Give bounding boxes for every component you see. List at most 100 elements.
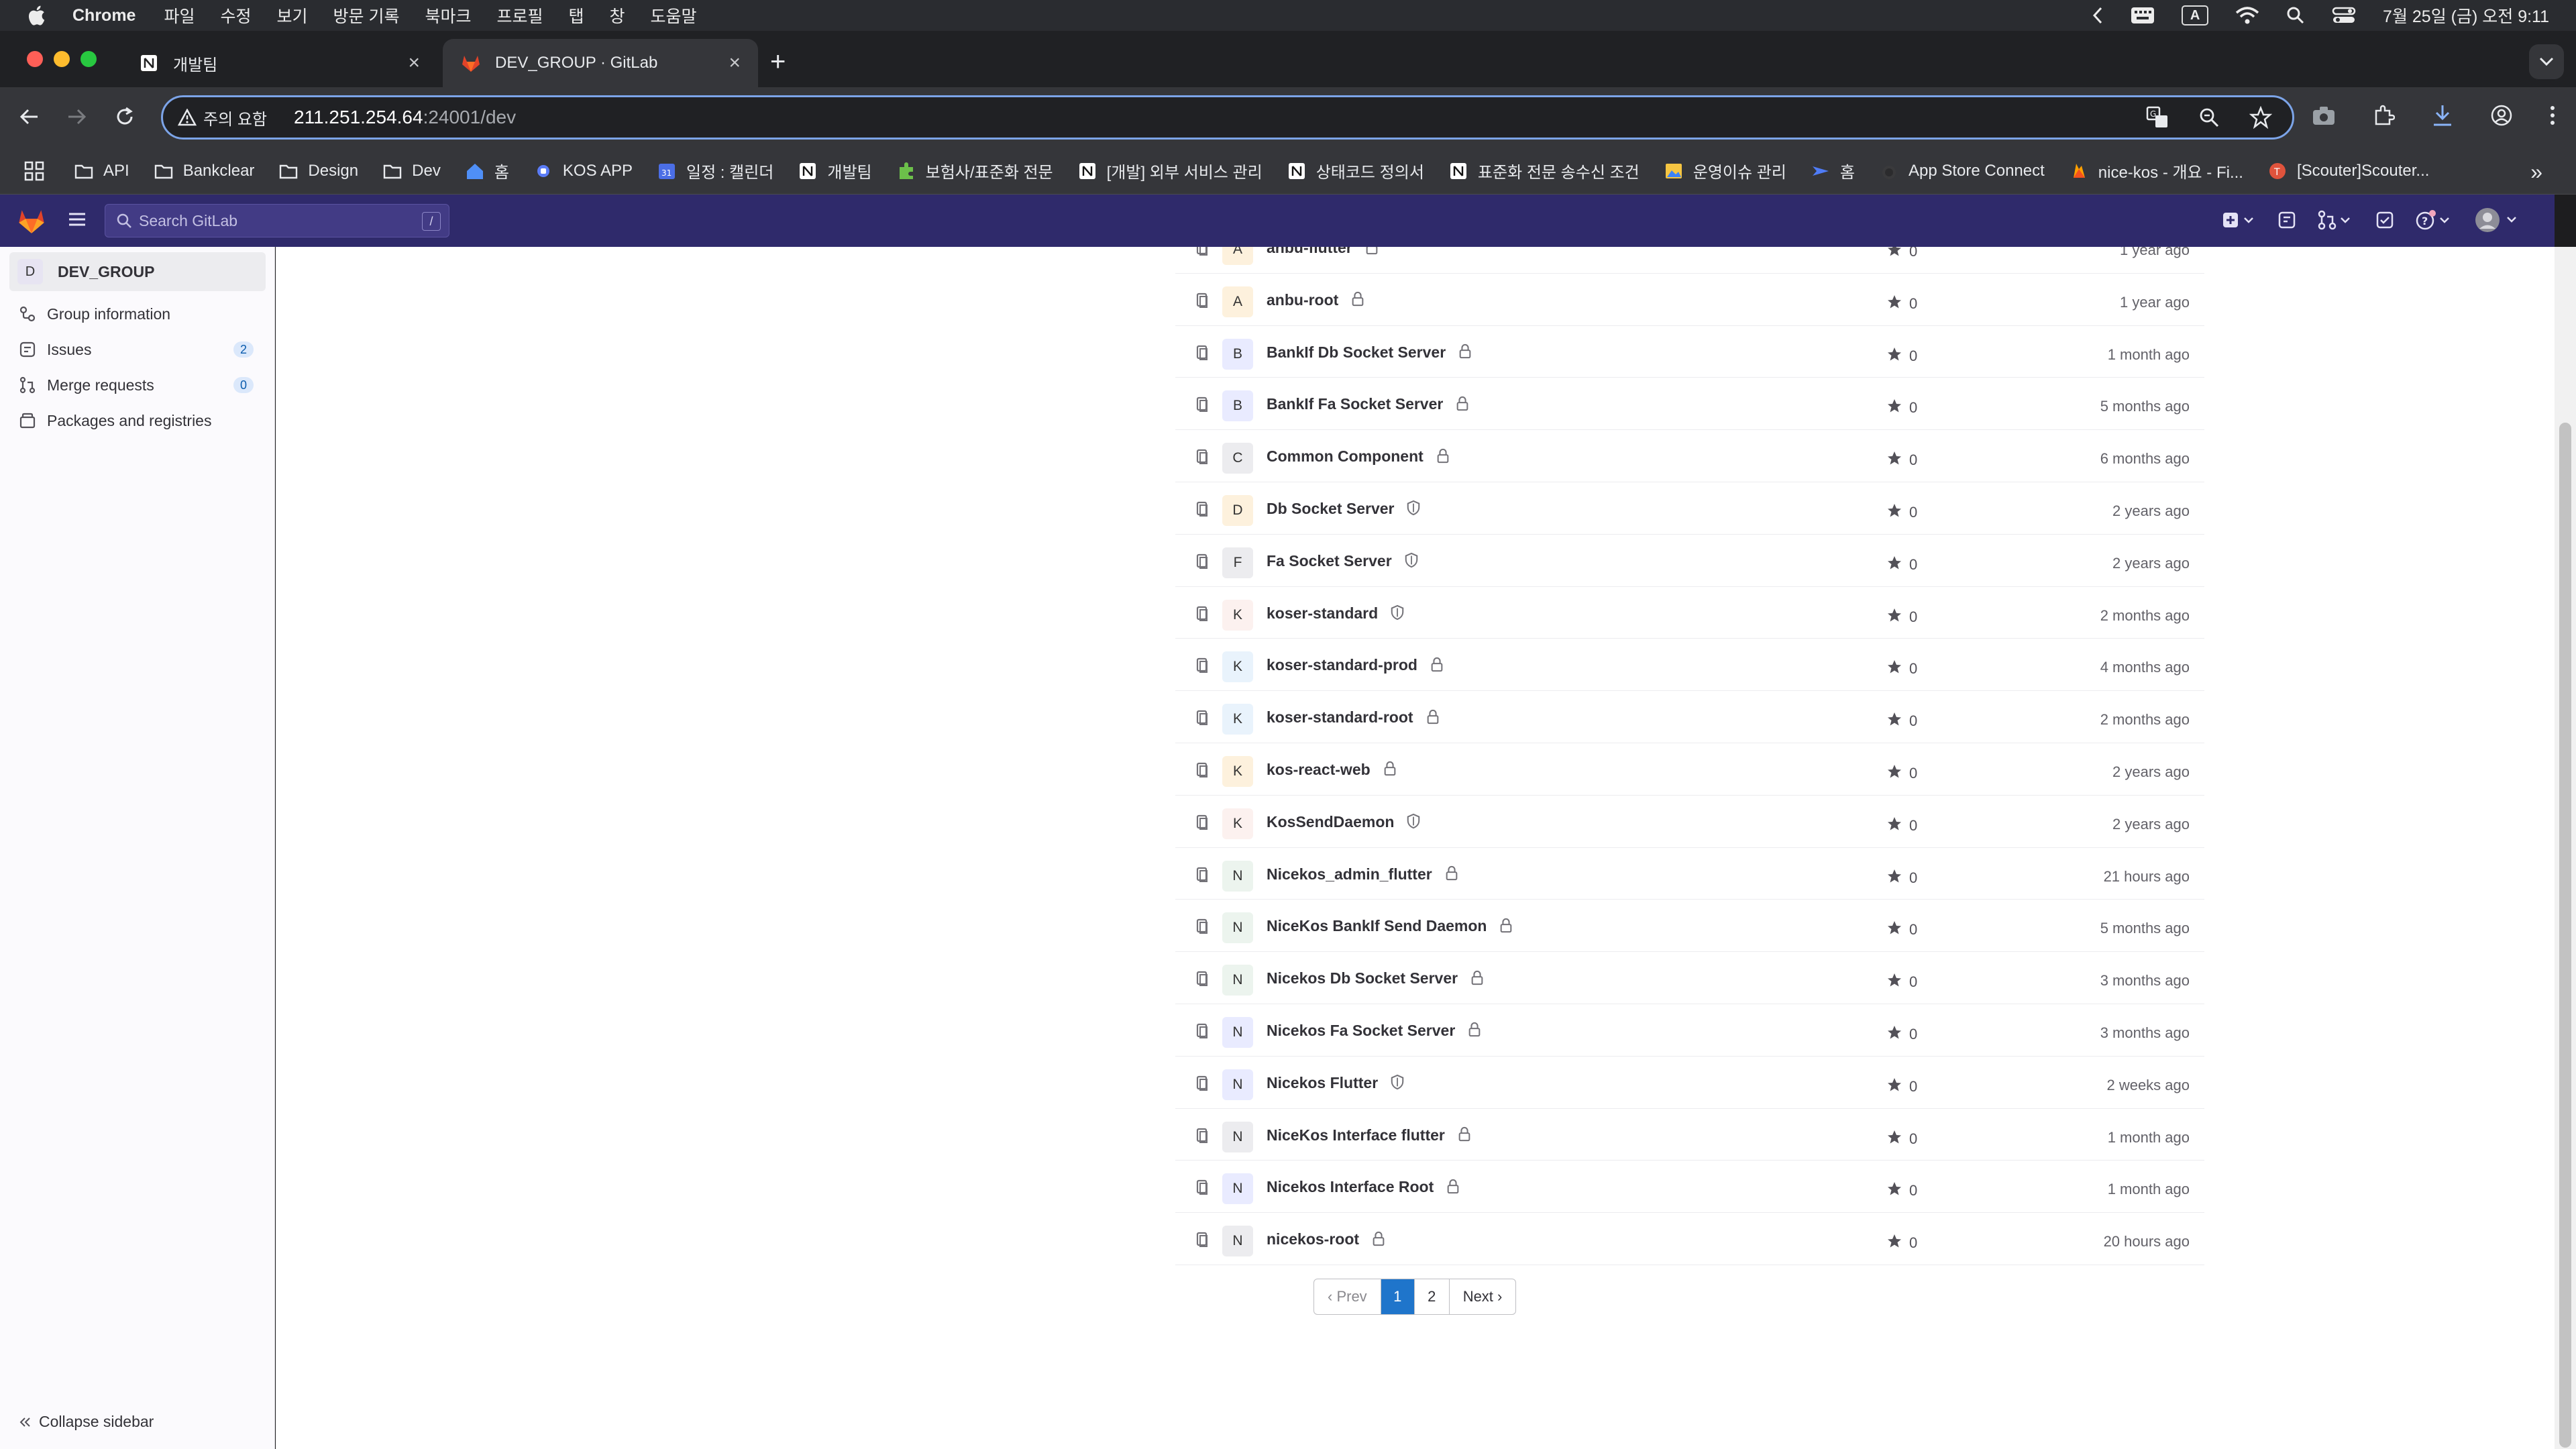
- project-star-count[interactable]: 0: [1886, 816, 1917, 836]
- bookmark-item[interactable]: [개발] 외부 서비스 관리: [1077, 159, 1263, 182]
- reload-icon[interactable]: [114, 106, 136, 127]
- project-avatar[interactable]: N: [1222, 860, 1253, 892]
- forward-arrow-icon[interactable]: [66, 106, 87, 127]
- tab-close-icon[interactable]: ×: [729, 52, 741, 74]
- project-row[interactable]: N NiceKos Interface flutter 0 1 month ago: [1175, 1109, 2204, 1161]
- bookmark-item[interactable]: 홈: [465, 159, 509, 182]
- project-avatar[interactable]: N: [1222, 1226, 1253, 1257]
- spotlight-search-icon[interactable]: [2286, 6, 2305, 25]
- bookmark-item[interactable]: nice-kos - 개요 - Fi...: [2069, 159, 2243, 182]
- new-tab-button[interactable]: +: [770, 47, 786, 77]
- sidebar-item-merge-requests[interactable]: Merge requests 0: [19, 372, 254, 398]
- window-minimize-button[interactable]: [54, 51, 70, 67]
- project-name-link[interactable]: nicekos-root: [1267, 1230, 1387, 1248]
- chevron-left-icon[interactable]: [2092, 6, 2104, 25]
- tab-search-button[interactable]: [2529, 44, 2564, 79]
- issues-shortcut-icon[interactable]: [2277, 210, 2297, 230]
- project-star-count[interactable]: 0: [1886, 555, 1917, 575]
- project-star-count[interactable]: 0: [1886, 346, 1917, 366]
- project-name-link[interactable]: BankIf Fa Socket Server: [1267, 395, 1471, 413]
- page-scrollbar-thumb[interactable]: [2559, 423, 2571, 1448]
- project-row[interactable]: N NiceKos BankIf Send Daemon 0 5 months ago: [1175, 900, 2204, 953]
- project-row[interactable]: B BankIf Db Socket Server 0 1 month ago: [1175, 326, 2204, 378]
- create-new-dropdown-icon[interactable]: [2222, 210, 2257, 230]
- project-avatar[interactable]: A: [1222, 247, 1253, 265]
- project-star-count[interactable]: 0: [1886, 450, 1917, 470]
- project-avatar[interactable]: K: [1222, 808, 1253, 839]
- sidebar-item-group-information[interactable]: Group information: [19, 301, 254, 327]
- camera-extension-icon[interactable]: [2312, 105, 2336, 126]
- more-menu-icon[interactable]: [2549, 105, 2556, 126]
- project-star-count[interactable]: 0: [1886, 659, 1917, 679]
- keyboard-icon[interactable]: [2131, 7, 2155, 24]
- project-avatar[interactable]: N: [1222, 965, 1253, 996]
- pagination-page-2[interactable]: 2: [1415, 1279, 1450, 1314]
- pagination-next-button[interactable]: Next ›: [1450, 1279, 1516, 1314]
- bookmark-item[interactable]: App Store Connect: [1879, 161, 2045, 181]
- project-name-link[interactable]: Nicekos Interface Root: [1267, 1178, 1462, 1196]
- project-name-link[interactable]: Nicekos_admin_flutter: [1267, 865, 1460, 883]
- wifi-icon[interactable]: [2235, 6, 2259, 25]
- menu-file[interactable]: 파일: [164, 3, 195, 28]
- project-row[interactable]: F Fa Socket Server 0 2 years ago: [1175, 535, 2204, 587]
- project-row[interactable]: N Nicekos Flutter 0 2 weeks ago: [1175, 1057, 2204, 1109]
- project-row[interactable]: Aanbu-flutter 0 1 year ago: [1175, 247, 2204, 274]
- profile-icon[interactable]: [2490, 104, 2513, 127]
- bookmark-item[interactable]: Dev: [382, 161, 441, 181]
- menu-tab[interactable]: 탭: [569, 3, 584, 28]
- bookmark-star-icon[interactable]: [2249, 106, 2272, 129]
- project-row[interactable]: Nnicekos-root 0 20 hours ago: [1175, 1213, 2204, 1265]
- window-zoom-button[interactable]: [80, 51, 97, 67]
- todo-checkbox-icon[interactable]: [2375, 210, 2395, 230]
- project-star-count[interactable]: 0: [1886, 868, 1917, 888]
- project-star-count[interactable]: 0: [1886, 502, 1917, 523]
- project-row[interactable]: N Nicekos Interface Root 0 1 month ago: [1175, 1161, 2204, 1214]
- menu-history[interactable]: 방문 기록: [333, 3, 400, 28]
- project-star-count[interactable]: 0: [1886, 711, 1917, 731]
- project-row[interactable]: Aanbu-root 0 1 year ago: [1175, 274, 2204, 326]
- project-avatar[interactable]: A: [1222, 286, 1253, 317]
- bookmark-item[interactable]: Design: [278, 161, 358, 181]
- menu-edit[interactable]: 수정: [220, 3, 251, 28]
- project-name-link[interactable]: Nicekos Flutter: [1267, 1074, 1406, 1092]
- project-name-link[interactable]: anbu-flutter: [1267, 247, 1381, 257]
- downloads-icon[interactable]: [2431, 103, 2454, 127]
- bookmark-item[interactable]: KOS APP: [533, 161, 633, 181]
- project-row[interactable]: D Db Socket Server 0 2 years ago: [1175, 482, 2204, 535]
- back-arrow-icon[interactable]: [19, 106, 40, 127]
- project-name-link[interactable]: kos-react-web: [1267, 761, 1399, 779]
- project-name-link[interactable]: NiceKos Interface flutter: [1267, 1126, 1473, 1144]
- bookmark-item[interactable]: 홈: [1811, 159, 1855, 182]
- extensions-puzzle-icon[interactable]: [2372, 104, 2395, 127]
- project-star-count[interactable]: 0: [1886, 920, 1917, 940]
- sidebar-item-packages-and-registries[interactable]: Packages and registries: [19, 407, 254, 434]
- project-star-count[interactable]: 0: [1886, 1077, 1917, 1097]
- project-avatar[interactable]: B: [1222, 338, 1253, 370]
- project-name-link[interactable]: koser-standard-root: [1267, 708, 1442, 727]
- menu-window[interactable]: 창: [610, 3, 625, 28]
- project-star-count[interactable]: 0: [1886, 607, 1917, 627]
- project-star-count[interactable]: 0: [1886, 1024, 1917, 1044]
- translate-icon[interactable]: G: [2146, 106, 2169, 129]
- menu-bookmarks[interactable]: 북마크: [425, 3, 471, 28]
- project-avatar[interactable]: K: [1222, 755, 1253, 787]
- project-row[interactable]: Kkos-react-web 0 2 years ago: [1175, 743, 2204, 796]
- user-avatar-dropdown-icon[interactable]: [2474, 207, 2521, 233]
- bookmark-item[interactable]: 운영이슈 관리: [1664, 159, 1786, 182]
- input-source-indicator[interactable]: A: [2182, 5, 2209, 25]
- project-star-count[interactable]: 0: [1886, 1233, 1917, 1253]
- bookmark-item[interactable]: API: [74, 161, 129, 181]
- sidebar-item-issues[interactable]: Issues 2: [19, 336, 254, 363]
- collapse-sidebar-button[interactable]: Collapse sidebar: [19, 1413, 154, 1431]
- menu-help[interactable]: 도움말: [651, 3, 697, 28]
- project-avatar[interactable]: K: [1222, 599, 1253, 631]
- project-avatar[interactable]: N: [1222, 1069, 1253, 1100]
- project-row[interactable]: K KosSendDaemon 0 2 years ago: [1175, 796, 2204, 848]
- project-avatar[interactable]: D: [1222, 494, 1253, 526]
- project-name-link[interactable]: KosSendDaemon: [1267, 813, 1422, 831]
- bookmark-item[interactable]: Bankclear: [154, 161, 254, 181]
- hamburger-menu-icon[interactable]: [67, 209, 87, 229]
- bookmark-item[interactable]: 상태코드 정의서: [1287, 159, 1424, 182]
- project-row[interactable]: Kkoser-standard-prod 0 4 months ago: [1175, 639, 2204, 692]
- merge-requests-dropdown-icon[interactable]: [2317, 210, 2355, 230]
